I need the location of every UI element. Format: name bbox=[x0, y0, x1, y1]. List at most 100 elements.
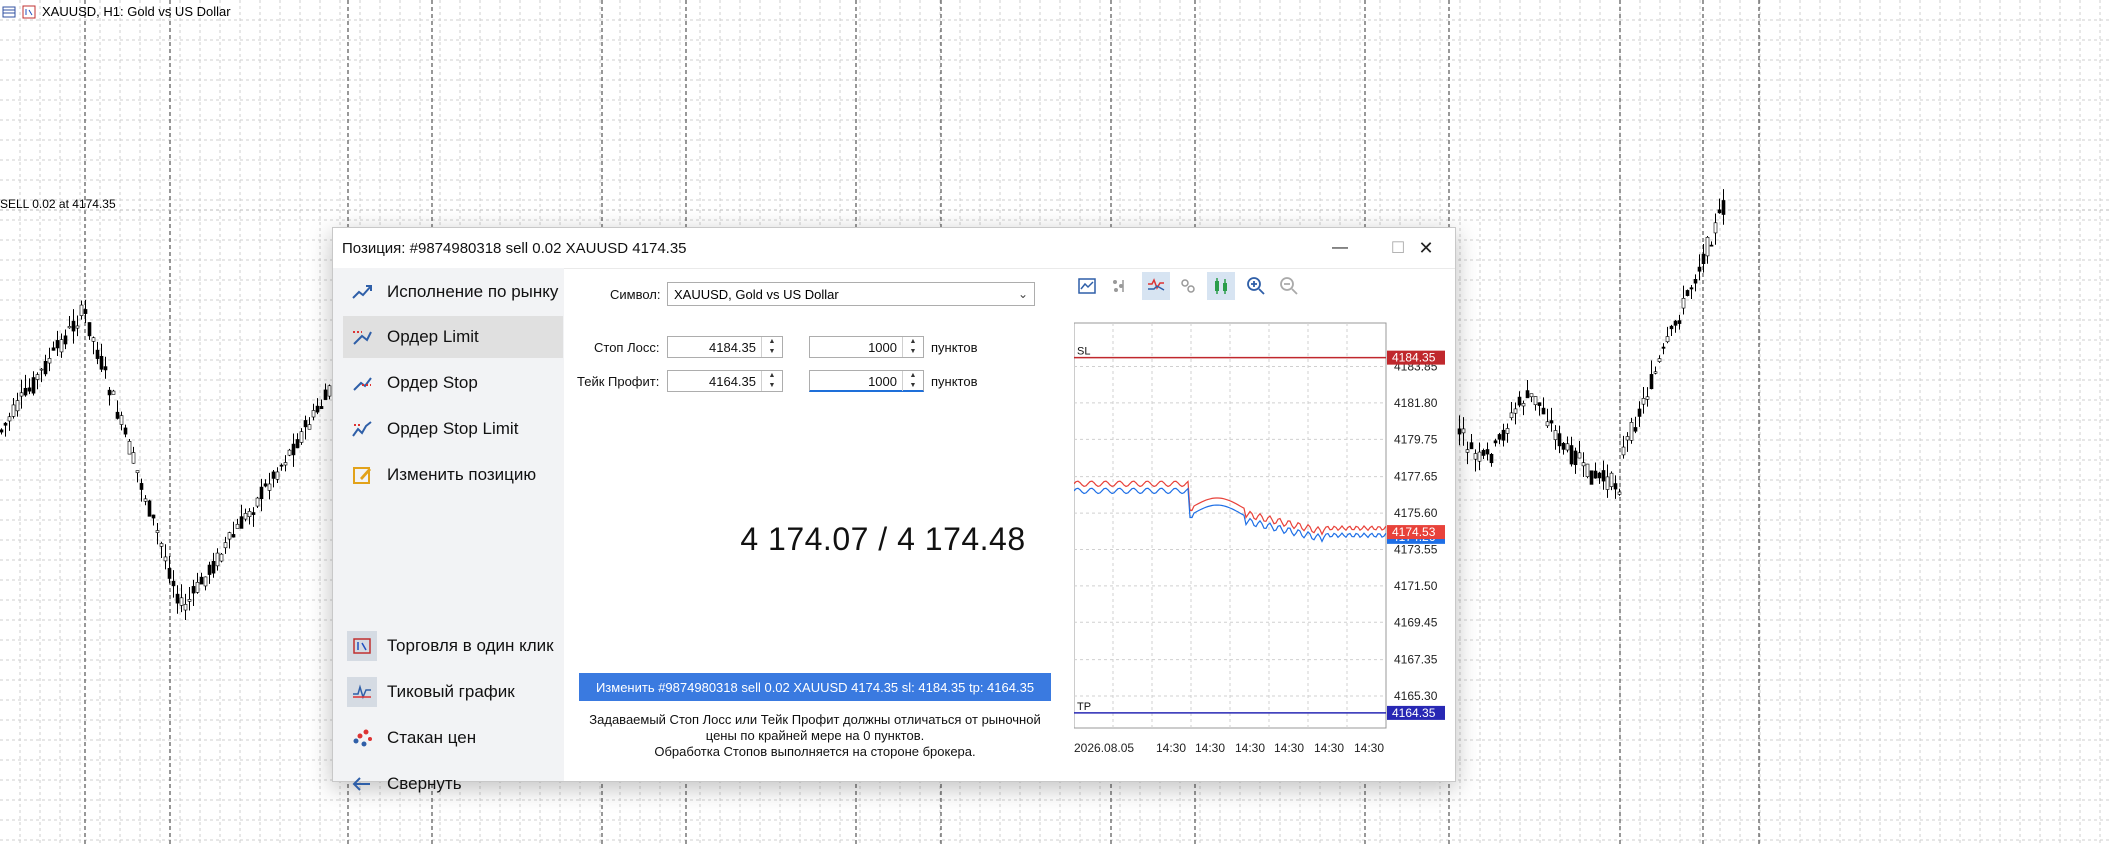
hint-line: цены по крайней мере на 0 пунктов. bbox=[705, 728, 925, 743]
sidebar-item-label: Свернуть bbox=[387, 774, 462, 793]
ticks-icon[interactable] bbox=[1105, 272, 1133, 300]
chart-symbol-title: XAUUSD, H1: Gold vs US Dollar bbox=[42, 4, 231, 19]
deals-icon[interactable] bbox=[1174, 272, 1202, 300]
minimize-button[interactable]: — bbox=[1311, 228, 1369, 268]
limit-order-icon bbox=[351, 326, 373, 348]
one-click-trading-icon[interactable] bbox=[22, 5, 36, 19]
sidebar-item-modify-position[interactable]: Изменить позицию bbox=[343, 454, 563, 496]
sidebar-item-collapse[interactable]: Свернуть bbox=[343, 763, 563, 805]
sidebar-item-depth-of-market[interactable]: Стакан цен bbox=[343, 717, 563, 759]
edit-position-icon bbox=[351, 464, 373, 486]
points-unit-label: пунктов bbox=[931, 340, 978, 355]
stop-loss-points-stepper[interactable]: ▲ ▼ bbox=[902, 337, 923, 357]
y-tick-label: 4177.65 bbox=[1394, 470, 1438, 484]
svg-text:4184.35: 4184.35 bbox=[1392, 351, 1436, 365]
stop-loss-points-input[interactable]: 1000 ▲ ▼ bbox=[809, 336, 924, 358]
tp-label: TP bbox=[1077, 701, 1091, 713]
take-profit-points-stepper[interactable]: ▲ ▼ bbox=[902, 371, 923, 391]
sl-price-badge: 4184.35 bbox=[1387, 350, 1445, 365]
stops-hint: Задаваемый Стоп Лосс или Тейк Профит дол… bbox=[579, 712, 1051, 760]
sidebar-item-stop-limit-order[interactable]: Ордер Stop Limit bbox=[343, 408, 563, 450]
stop-order-icon bbox=[351, 372, 373, 394]
y-tick-label: 4175.60 bbox=[1394, 506, 1438, 520]
take-profit-points-input[interactable]: 1000 ▲ ▼ bbox=[809, 370, 924, 392]
y-tick-label: 4171.50 bbox=[1394, 579, 1438, 593]
x-tick-label: 14:30 bbox=[1156, 741, 1186, 755]
sidebar-item-limit-order[interactable]: Ордер Limit bbox=[343, 316, 563, 358]
points-unit-label: пунктов bbox=[931, 374, 978, 389]
svg-text:4164.35: 4164.35 bbox=[1392, 706, 1436, 720]
sidebar-item-one-click-trading[interactable]: Торговля в один клик bbox=[343, 625, 563, 667]
symbol-select[interactable]: XAUUSD, Gold vs US Dollar ⌄ bbox=[667, 282, 1035, 306]
y-tick-label: 4179.75 bbox=[1394, 432, 1438, 446]
take-profit-points-value: 1000 bbox=[868, 374, 897, 389]
hint-line: Задаваемый Стоп Лосс или Тейк Профит дол… bbox=[589, 712, 1041, 727]
minimize-icon: — bbox=[1332, 239, 1348, 256]
sidebar-item-label: Изменить позицию bbox=[387, 465, 537, 484]
x-tick-label: 14:30 bbox=[1314, 741, 1344, 755]
stop-loss-label: Стоп Лосс: bbox=[594, 340, 660, 355]
sidebar-item-label: Стакан цен bbox=[387, 728, 477, 747]
sidebar-item-label: Ордер Stop Limit bbox=[387, 419, 519, 438]
chart-settings-icon[interactable] bbox=[1073, 272, 1101, 300]
x-axis-ticks: 2026.08.05 14:30 14:30 14:30 14:30 14:30 14:30 bbox=[1074, 741, 1384, 755]
take-profit-price-value: 4164.35 bbox=[709, 374, 756, 389]
sidebar-item-tick-chart[interactable]: Тиковый график bbox=[343, 671, 563, 713]
spin-up-icon[interactable]: ▲ bbox=[762, 337, 782, 347]
close-button[interactable]: ✕ bbox=[1397, 228, 1455, 268]
sidebar-item-label: Исполнение по рынку bbox=[387, 282, 559, 301]
svg-text:4174.53: 4174.53 bbox=[1392, 525, 1436, 539]
hint-line: Обработка Стопов выполняется на стороне … bbox=[654, 744, 976, 759]
symbol-label: Символ: bbox=[610, 287, 661, 302]
stop-loss-points-value: 1000 bbox=[868, 340, 897, 355]
take-profit-price-input[interactable]: 4164.35 ▲ ▼ bbox=[667, 370, 783, 392]
take-profit-label: Тейк Профит: bbox=[577, 374, 660, 389]
y-tick-label: 4169.45 bbox=[1394, 615, 1438, 629]
chart-window-title: XAUUSD, H1: Gold vs US Dollar bbox=[2, 4, 231, 19]
take-profit-price-stepper[interactable]: ▲ ▼ bbox=[761, 371, 782, 391]
x-tick-label: 14:30 bbox=[1195, 741, 1225, 755]
dialog-title: Позиция: #9874980318 sell 0.02 XAUUSD 41… bbox=[342, 240, 687, 257]
stop-loss-price-stepper[interactable]: ▲ ▼ bbox=[761, 337, 782, 357]
y-tick-label: 4167.35 bbox=[1394, 653, 1438, 667]
dialog-titlebar[interactable]: Позиция: #9874980318 sell 0.02 XAUUSD 41… bbox=[333, 228, 1455, 269]
spin-down-icon[interactable]: ▼ bbox=[903, 347, 923, 357]
symbol-value: XAUUSD, Gold vs US Dollar bbox=[674, 286, 839, 302]
close-icon: ✕ bbox=[1418, 237, 1434, 258]
tick-chart-icon bbox=[347, 677, 377, 707]
sidebar-item-label: Тиковый график bbox=[387, 682, 515, 701]
stop-loss-price-input[interactable]: 4184.35 ▲ ▼ bbox=[667, 336, 783, 358]
tp-price-badge: 4164.35 bbox=[1387, 705, 1445, 720]
spin-up-icon[interactable]: ▲ bbox=[762, 371, 782, 381]
sidebar-item-stop-order[interactable]: Ордер Stop bbox=[343, 362, 563, 404]
chevron-down-icon: ⌄ bbox=[1017, 287, 1028, 301]
modify-button-label: Изменить #9874980318 sell 0.02 XAUUSD 41… bbox=[595, 679, 1035, 695]
y-tick-label: 4165.30 bbox=[1394, 689, 1438, 703]
sidebar-item-label: Ордер Limit bbox=[387, 327, 479, 346]
x-tick-label: 14:30 bbox=[1354, 741, 1384, 755]
sidebar-item-market-execution[interactable]: Исполнение по рынку bbox=[343, 271, 563, 313]
zoom-in-icon[interactable] bbox=[1242, 272, 1270, 300]
bars-icon[interactable] bbox=[1207, 272, 1235, 300]
order-line-label: SELL 0.02 at 4174.35 bbox=[0, 197, 116, 211]
bid-ask-icon[interactable] bbox=[1142, 272, 1170, 300]
sidebar-item-label: Торговля в один клик bbox=[387, 636, 554, 655]
modify-position-button[interactable]: Изменить #9874980318 sell 0.02 XAUUSD 41… bbox=[579, 673, 1051, 701]
x-tick-label: 14:30 bbox=[1274, 741, 1304, 755]
x-tick-label: 14:30 bbox=[1235, 741, 1265, 755]
spin-down-icon[interactable]: ▼ bbox=[762, 347, 782, 357]
sl-label: SL bbox=[1077, 346, 1090, 358]
zoom-out-icon[interactable] bbox=[1275, 272, 1303, 300]
spin-down-icon[interactable]: ▼ bbox=[762, 381, 782, 391]
position-dialog: Позиция: #9874980318 sell 0.02 XAUUSD 41… bbox=[332, 227, 1456, 793]
spin-down-icon[interactable]: ▼ bbox=[903, 381, 923, 391]
depth-of-market-icon bbox=[351, 727, 373, 749]
spin-up-icon[interactable]: ▲ bbox=[903, 371, 923, 381]
y-tick-label: 4173.55 bbox=[1394, 542, 1438, 556]
mini-grid bbox=[1074, 322, 1387, 729]
bid-ask-quote: 4 174.07 / 4 174.48 bbox=[740, 521, 1026, 557]
arrow-left-icon bbox=[351, 773, 373, 795]
stop-limit-order-icon bbox=[351, 418, 373, 440]
tick-chart[interactable]: SL TP 4183.854181.804179.754177.654175.6… bbox=[1074, 317, 1446, 757]
spin-up-icon[interactable]: ▲ bbox=[903, 337, 923, 347]
